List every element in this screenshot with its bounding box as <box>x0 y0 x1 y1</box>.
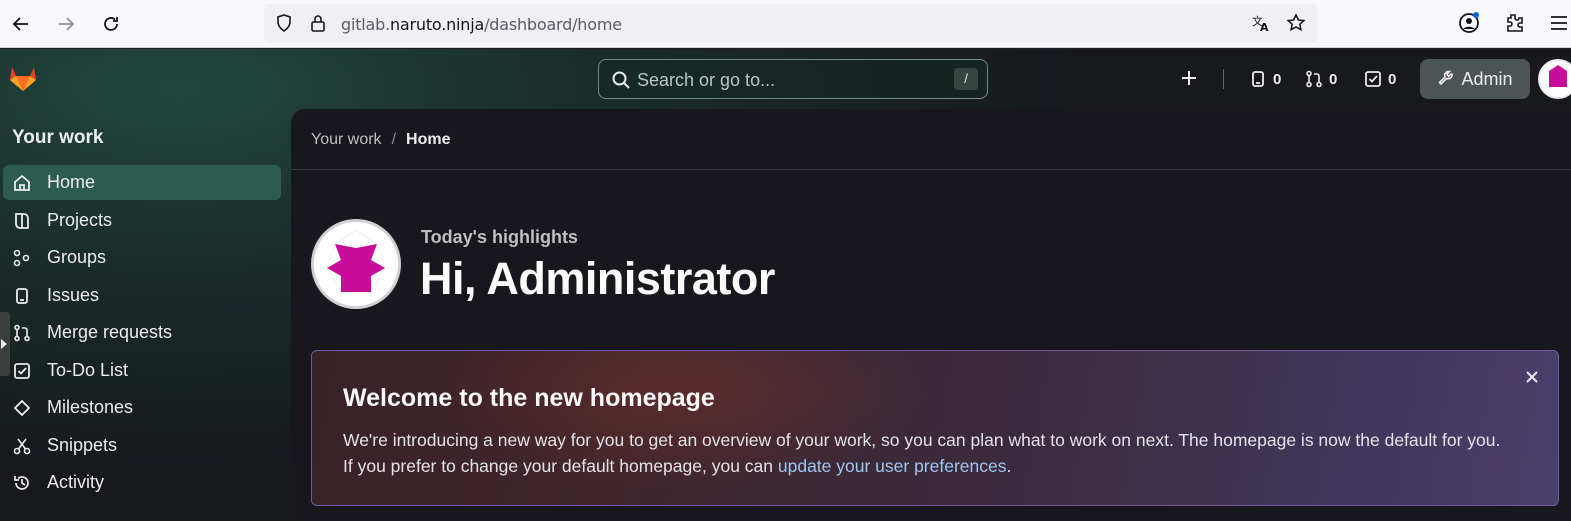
issues-count: 0 <box>1273 70 1282 88</box>
svg-text:A: A <box>1260 21 1269 33</box>
welcome-banner: Welcome to the new homepage We're introd… <box>311 350 1559 506</box>
breadcrumb-home[interactable]: Home <box>406 131 450 149</box>
sidebar-item-merge-requests[interactable]: Merge requests <box>3 315 281 350</box>
sidebar-item-projects[interactable]: Projects <box>3 203 281 238</box>
main-content: Your work / Home Today's highlights Hi, … <box>291 109 1571 521</box>
banner-text: We're introducing a new way for you to g… <box>343 427 1503 479</box>
search-icon <box>612 71 630 89</box>
group-icon <box>13 249 30 267</box>
browser-toolbar: gitlab.naruto.ninja/dashboard/home 文A <box>0 0 1571 48</box>
sidebar-item-label: Issues <box>47 285 100 305</box>
milestone-icon <box>13 399 31 417</box>
sidebar: Your work Home Projects Groups Issues Me… <box>0 109 291 521</box>
sidebar-item-label: Activity <box>47 472 105 492</box>
sidebar-title: Your work <box>12 127 104 148</box>
admin-button[interactable]: Admin <box>1420 59 1530 99</box>
topbar-divider <box>1223 69 1224 89</box>
merge-request-icon <box>14 324 30 342</box>
close-icon[interactable] <box>1522 367 1542 387</box>
sidebar-item-label: Home <box>47 172 96 192</box>
sidebar-item-label: Milestones <box>47 397 134 417</box>
todo-icon <box>14 363 30 379</box>
sidebar-item-home[interactable]: Home <box>3 165 281 200</box>
user-avatar-button[interactable] <box>1538 59 1571 99</box>
search-shortcut-key: / <box>954 68 978 90</box>
user-avatar-icon <box>1540 61 1571 97</box>
extensions-icon[interactable] <box>1502 11 1526 35</box>
merge-requests-count: 0 <box>1329 70 1338 88</box>
sidebar-item-groups[interactable]: Groups <box>3 240 281 275</box>
url-path: /dashboard/home <box>484 15 622 34</box>
arrow-left-icon <box>12 17 28 31</box>
create-new-button[interactable] <box>1180 69 1198 87</box>
back-button[interactable] <box>6 9 36 39</box>
todos-counter[interactable]: 0 <box>1364 70 1396 88</box>
page-title: Hi, Administrator <box>420 253 775 304</box>
sidebar-item-issues[interactable]: Issues <box>3 278 281 313</box>
banner-text-end: . <box>1006 456 1012 476</box>
highlights-label: Today's highlights <box>421 227 578 247</box>
issues-icon <box>16 288 28 304</box>
reload-icon <box>104 17 118 31</box>
reload-button[interactable] <box>96 9 126 39</box>
wrench-icon <box>1438 70 1454 86</box>
url-host: naruto.ninja <box>389 15 485 34</box>
lock-icon[interactable] <box>308 13 328 33</box>
url-prefix: gitlab. <box>341 15 390 34</box>
history-icon <box>14 476 29 490</box>
sidebar-item-snippets[interactable]: Snippets <box>3 428 281 463</box>
sidebar-item-label: Merge requests <box>47 322 173 342</box>
sidebar-item-activity[interactable]: Activity <box>3 465 281 500</box>
sidebar-item-todo-list[interactable]: To-Do List <box>3 353 281 388</box>
breadcrumb: Your work / Home <box>311 131 450 149</box>
star-icon[interactable] <box>1286 13 1306 33</box>
arrow-right-icon <box>59 17 75 31</box>
plus-icon <box>1182 71 1196 85</box>
sidebar-item-label: Groups <box>47 247 107 267</box>
merge-requests-counter[interactable]: 0 <box>1305 70 1337 88</box>
sidebar-item-label: To-Do List <box>47 360 129 380</box>
top-bar: Search or go to... / 0 0 0 Admin <box>0 49 1571 109</box>
shield-icon[interactable] <box>274 13 294 33</box>
merge-request-icon <box>1306 70 1322 88</box>
project-icon <box>15 213 29 229</box>
account-icon[interactable] <box>1457 11 1481 35</box>
translate-icon[interactable]: 文A <box>1251 13 1271 33</box>
profile-avatar[interactable] <box>311 219 401 309</box>
sidebar-item-milestones[interactable]: Milestones <box>3 390 281 425</box>
search-input[interactable]: Search or go to... / <box>598 59 988 99</box>
todo-icon <box>1365 71 1381 87</box>
sidebar-item-label: Snippets <box>47 435 118 455</box>
gitlab-app: Search or go to... / 0 0 0 Admin Your wo… <box>0 49 1571 521</box>
sidebar-item-label: Projects <box>47 210 113 230</box>
forward-button[interactable] <box>51 9 81 39</box>
issues-icon <box>1252 71 1264 87</box>
gitlab-logo-icon[interactable] <box>6 61 40 95</box>
breadcrumb-your-work[interactable]: Your work <box>311 131 382 149</box>
user-avatar-icon <box>314 222 398 306</box>
header-divider <box>291 169 1571 170</box>
home-icon <box>14 174 30 191</box>
todos-count: 0 <box>1388 70 1397 88</box>
url-text[interactable]: gitlab.naruto.ninja/dashboard/home <box>341 15 622 34</box>
banner-title: Welcome to the new homepage <box>343 384 715 412</box>
menu-icon[interactable] <box>1547 11 1571 35</box>
issues-counter[interactable]: 0 <box>1249 70 1281 88</box>
admin-label: Admin <box>1461 68 1513 89</box>
user-preferences-link[interactable]: update your user preferences <box>778 456 1007 476</box>
sidebar-expand-handle[interactable] <box>0 312 10 376</box>
address-bar[interactable]: gitlab.naruto.ninja/dashboard/home 文A <box>264 4 1317 43</box>
breadcrumb-separator: / <box>391 131 397 148</box>
snippet-icon <box>13 438 31 455</box>
search-placeholder: Search or go to... <box>637 70 776 90</box>
